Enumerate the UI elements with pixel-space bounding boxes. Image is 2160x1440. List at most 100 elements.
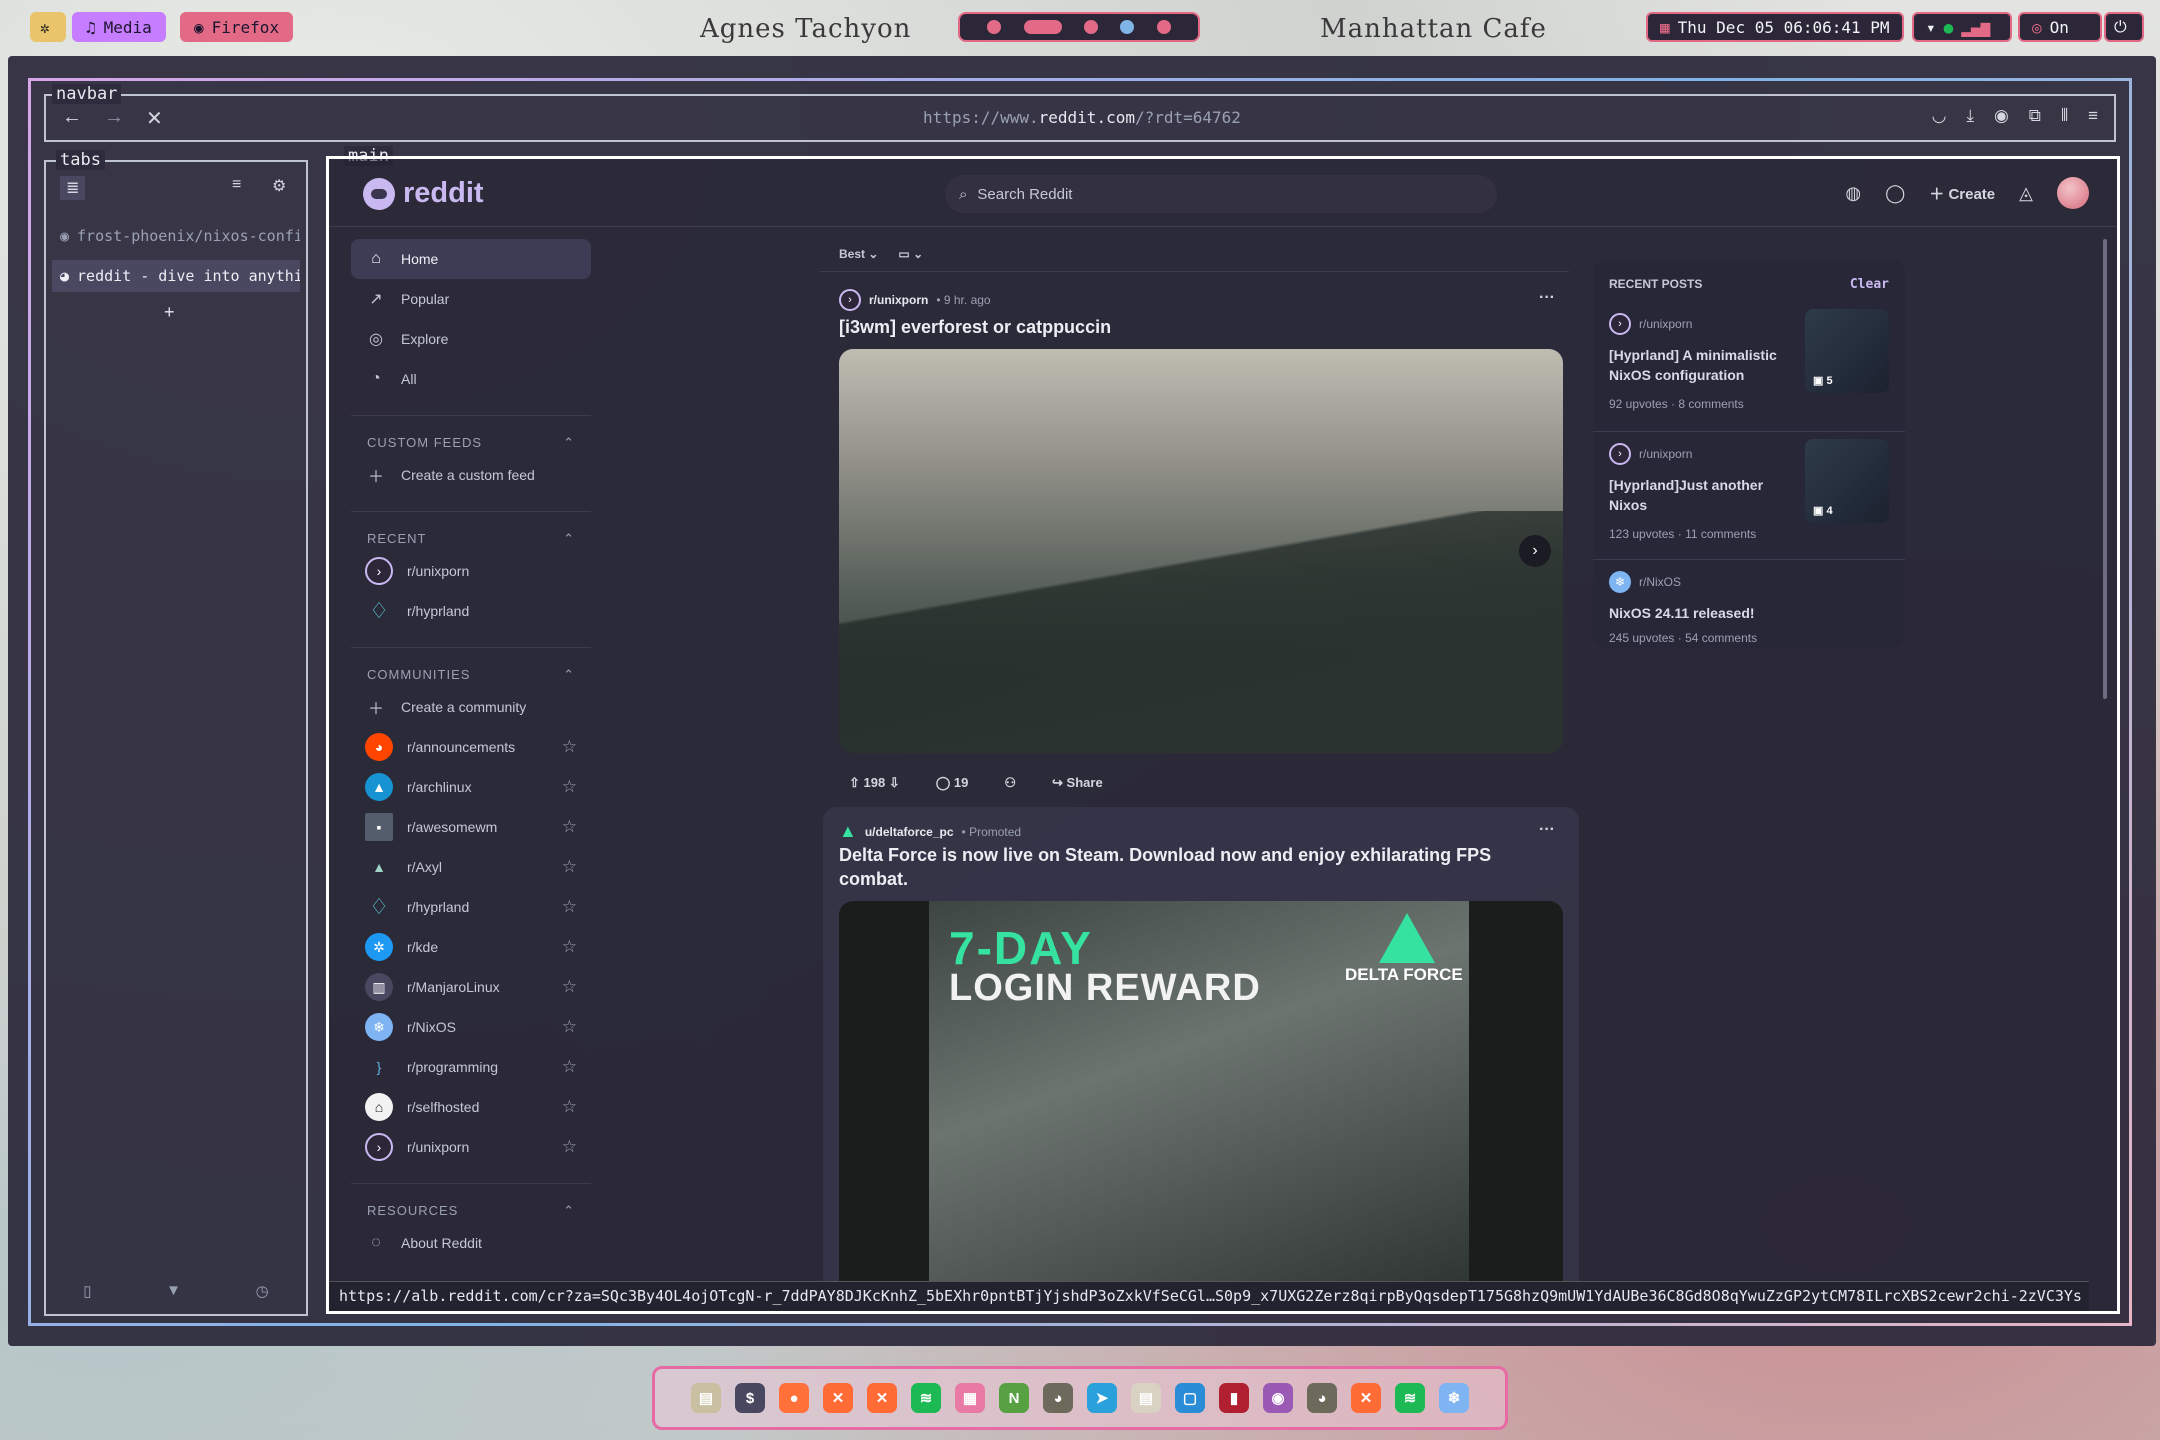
communities-header[interactable]: COMMUNITIES ⌃ xyxy=(351,647,591,687)
community-item[interactable]: ❄ r/NixOS ☆ xyxy=(351,1007,591,1047)
community-item[interactable]: ▥ r/ManjaroLinux ☆ xyxy=(351,967,591,1007)
power-icon[interactable]: ⏻ xyxy=(2104,12,2144,42)
workspace-dot-active[interactable] xyxy=(1023,20,1062,34)
share-button[interactable]: ↪ Share xyxy=(1052,775,1103,791)
star-icon[interactable]: ☆ xyxy=(562,897,577,917)
community-item[interactable]: ⌂ r/selfhosted ☆ xyxy=(351,1087,591,1127)
workspace-dot[interactable] xyxy=(1156,20,1171,34)
reddit-logo[interactable]: reddit xyxy=(363,177,484,210)
star-icon[interactable]: ☆ xyxy=(562,857,577,877)
firefox-icon[interactable]: ● xyxy=(779,1383,809,1413)
community-item[interactable]: ▲ r/archlinux ☆ xyxy=(351,767,591,807)
extensions-icon[interactable]: ⧉ xyxy=(2029,106,2041,126)
star-icon[interactable]: ☆ xyxy=(562,777,577,797)
award-icon[interactable]: ⚇ xyxy=(1004,775,1016,791)
image-viewer-icon[interactable]: ▦ xyxy=(955,1383,985,1413)
ads-icon[interactable]: ◍ xyxy=(1845,183,1861,204)
community-item[interactable]: ▪ r/awesomewm ☆ xyxy=(351,807,591,847)
avatar[interactable] xyxy=(2057,177,2089,209)
x-app-icon[interactable]: ✕ xyxy=(1351,1383,1381,1413)
recent-hyprland[interactable]: ♢ r/hyprland xyxy=(351,591,591,631)
nav-home[interactable]: ⌂ Home xyxy=(351,239,591,279)
spotify-icon[interactable]: ≋ xyxy=(1395,1383,1425,1413)
community-item[interactable]: ◕ r/announcements ☆ xyxy=(351,727,591,767)
firefox-workspace-button[interactable]: ◉ Firefox xyxy=(180,12,294,42)
sidebar-icon[interactable]: ⫴ xyxy=(2061,106,2068,126)
recent-post[interactable]: › r/unixporn [Hyprland] A minimalistic Ni… xyxy=(1609,309,1905,411)
carousel-next-icon[interactable]: › xyxy=(1519,535,1551,567)
post-subreddit[interactable]: r/unixporn xyxy=(869,293,928,307)
comments-button[interactable]: ◯ 19 xyxy=(936,775,969,791)
recent-post[interactable]: ❄ r/NixOS NixOS 24.11 released! 245 upvot… xyxy=(1609,571,1905,645)
bookmark-icon[interactable]: ▼ xyxy=(166,1282,181,1300)
workspace-dot[interactable] xyxy=(1083,20,1098,34)
nav-popular[interactable]: ↗ Popular xyxy=(351,279,591,319)
post-more-button[interactable]: ··· xyxy=(1539,289,1555,307)
post-author[interactable]: u/deltaforce_pc xyxy=(865,825,954,839)
community-item[interactable]: ✲ r/kde ☆ xyxy=(351,927,591,967)
star-icon[interactable]: ☆ xyxy=(562,737,577,757)
book-icon[interactable]: ▮ xyxy=(1219,1383,1249,1413)
create-button[interactable]: ＋ Create xyxy=(1929,183,1995,204)
star-icon[interactable]: ☆ xyxy=(562,817,577,837)
gear-icon[interactable]: ⚙ xyxy=(272,176,286,196)
cat-icon[interactable]: ◕ xyxy=(1043,1383,1073,1413)
x-app-icon[interactable]: ✕ xyxy=(823,1383,853,1413)
promo-image[interactable]: 7-DAY LOGIN REWARD DELTA FORCE xyxy=(839,901,1563,1301)
community-item[interactable]: › r/unixporn ☆ xyxy=(351,1127,591,1167)
clock[interactable]: ▦ Thu Dec 05 06:06:41 PM xyxy=(1646,12,1904,42)
recent-post[interactable]: › r/unixporn [Hyprland]Just another Nixos… xyxy=(1609,439,1905,541)
recent-unixporn[interactable]: › r/unixporn xyxy=(351,551,591,591)
star-icon[interactable]: ☆ xyxy=(562,937,577,957)
post-image[interactable]: › xyxy=(839,349,1563,753)
recent-header[interactable]: RECENT ⌃ xyxy=(351,511,591,551)
star-icon[interactable]: ☆ xyxy=(562,977,577,997)
telegram-icon[interactable]: ➤ xyxy=(1087,1383,1117,1413)
pocket-icon[interactable]: ◡ xyxy=(1932,106,1947,126)
star-icon[interactable]: ☆ xyxy=(562,1137,577,1157)
nixos-icon[interactable]: ❄ xyxy=(1439,1383,1469,1413)
workspace-dot[interactable] xyxy=(1120,20,1135,34)
cat-icon[interactable]: ◕ xyxy=(1307,1383,1337,1413)
create-community[interactable]: ＋ Create a community xyxy=(351,687,591,727)
star-icon[interactable]: ☆ xyxy=(562,1057,577,1077)
bell-icon[interactable]: ◬ xyxy=(2019,183,2033,204)
screenshot-icon[interactable]: ▢ xyxy=(1175,1383,1205,1413)
notes-icon[interactable]: ▤ xyxy=(1131,1383,1161,1413)
x-app-icon[interactable]: ✕ xyxy=(867,1383,897,1413)
media-icon[interactable]: ◉ xyxy=(1263,1383,1293,1413)
spotify-icon[interactable]: ≋ xyxy=(911,1383,941,1413)
vote-controls[interactable]: ⇧ 198 ⇩ xyxy=(849,775,900,791)
community-item[interactable]: ♢ r/hyprland ☆ xyxy=(351,887,591,927)
idle-inhibitor[interactable]: ◎ On xyxy=(2018,12,2102,42)
sort-dropdown[interactable]: Best ⌄ xyxy=(839,247,878,261)
workspace-dot[interactable] xyxy=(987,20,1002,34)
menu-icon[interactable]: ≡ xyxy=(2088,106,2098,126)
resources-header[interactable]: RESOURCES ⌃ xyxy=(351,1183,591,1223)
terminal-icon[interactable]: $ xyxy=(735,1383,765,1413)
view-toggle[interactable]: ▭ ⌄ xyxy=(898,247,923,261)
star-icon[interactable]: ☆ xyxy=(562,1097,577,1117)
nav-all[interactable]: ◔ All xyxy=(351,359,591,399)
about-reddit[interactable]: ◌ About Reddit xyxy=(351,1223,591,1263)
history-icon[interactable]: ◷ xyxy=(256,1282,269,1300)
post-title[interactable]: [i3wm] everforest or catppuccin xyxy=(839,317,1111,338)
settings-icon[interactable]: ✲ xyxy=(30,12,66,42)
post-title[interactable]: Delta Force is now live on Steam. Downlo… xyxy=(839,843,1529,891)
custom-feeds-header[interactable]: CUSTOM FEEDS ⌃ xyxy=(351,415,591,455)
url-bar[interactable]: https://www.reddit.com/?rdt=64762 xyxy=(46,108,2118,127)
tab-github[interactable]: ◉ frost-phoenix/nixos-config xyxy=(52,220,300,252)
post-more-button[interactable]: ··· xyxy=(1539,821,1555,839)
trash-icon[interactable]: ▯ xyxy=(83,1282,91,1300)
neovim-icon[interactable]: N xyxy=(999,1383,1029,1413)
star-icon[interactable]: ☆ xyxy=(562,1017,577,1037)
chat-icon[interactable]: ◯ xyxy=(1885,183,1905,204)
media-button[interactable]: ♫ Media xyxy=(72,12,166,42)
community-item[interactable]: ▲ r/Axyl ☆ xyxy=(351,847,591,887)
nav-explore[interactable]: ◎ Explore xyxy=(351,319,591,359)
workspace-indicator[interactable] xyxy=(958,12,1200,42)
tab-list-icon[interactable]: ≣ xyxy=(60,176,86,200)
new-tab-list-icon[interactable]: ≡ xyxy=(232,176,241,194)
system-tray[interactable]: ▾ ● ▂▄▆ xyxy=(1912,12,2012,42)
tab-reddit[interactable]: ◕ reddit - dive into anything xyxy=(52,260,300,292)
